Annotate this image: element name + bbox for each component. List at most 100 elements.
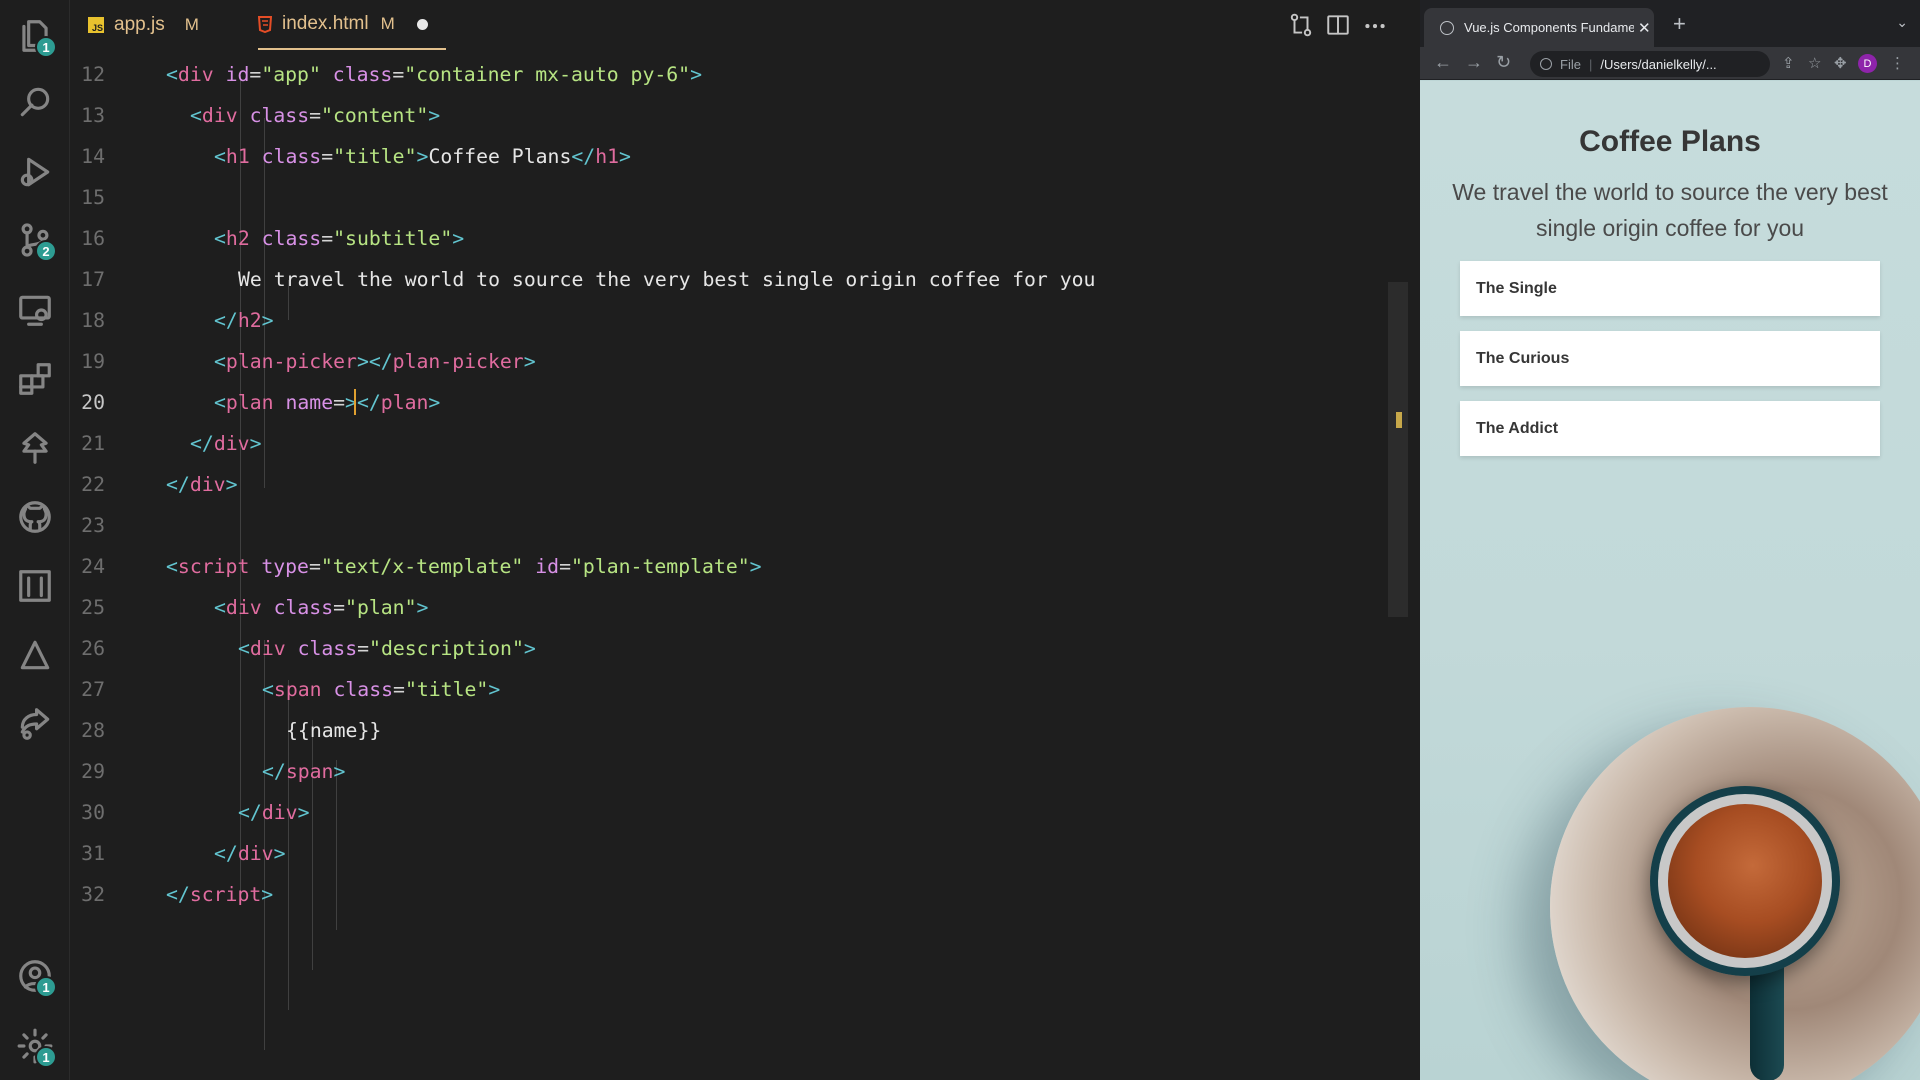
explorer-badge: 1 [35, 36, 57, 58]
extensions-icon[interactable] [13, 357, 57, 401]
tab-app-js[interactable]: JS app.js M [88, 0, 199, 50]
code-line: 19 <plan-picker></plan-picker> [70, 341, 1390, 382]
code-line: 21 </div> [70, 423, 1390, 464]
unsaved-dot-icon[interactable] [416, 18, 428, 30]
line-number: 29 [81, 760, 105, 783]
code-line: 22 </div> [70, 464, 1390, 505]
code-line: 16 <h2 class="subtitle"> [70, 218, 1390, 259]
code-text: <div class="content"> [190, 104, 441, 127]
line-number: 27 [81, 678, 105, 701]
line-number: 31 [81, 842, 105, 865]
browser-tab[interactable]: Vue.js Components Fundamentals ✕ [1424, 8, 1654, 47]
live-share-icon[interactable] [13, 702, 57, 746]
close-tab-icon[interactable]: ✕ [1638, 19, 1651, 37]
line-number: 28 [81, 719, 105, 742]
web-page: Coffee Plans We travel the world to sour… [1420, 81, 1920, 1080]
settings-badge: 1 [35, 1046, 57, 1068]
notion-icon[interactable] [13, 564, 57, 608]
code-text: <div class="description"> [238, 637, 536, 660]
profile-avatar[interactable]: D [1858, 54, 1877, 73]
search-icon[interactable] [13, 80, 57, 124]
run-debug-icon[interactable] [13, 150, 57, 194]
plan-card[interactable]: The Curious [1460, 331, 1880, 386]
code-line: 27 <span class="title"> [70, 669, 1390, 710]
line-number: 20 [81, 391, 105, 414]
browser-tab-title: Vue.js Components Fundamentals [1464, 20, 1634, 35]
address-bar[interactable]: File | /Users/danielkelly/... [1530, 51, 1770, 77]
editor-tabs: JS app.js M index.html M [70, 0, 1408, 50]
code-text: </div> [238, 801, 310, 824]
code-text: </div> [166, 473, 238, 496]
page-title: Coffee Plans [1579, 125, 1761, 158]
page-subtitle: We travel the world to source the very b… [1452, 179, 1888, 241]
line-number: 32 [81, 883, 105, 906]
line-number: 21 [81, 432, 105, 455]
code-line: 24 <script type="text/x-template" id="pl… [70, 546, 1390, 587]
forward-arrow-icon[interactable]: → [1465, 52, 1483, 73]
code-line: 31 </div> [70, 833, 1390, 874]
line-number: 26 [81, 637, 105, 660]
accounts-icon[interactable]: 1 [13, 954, 57, 998]
plan-card[interactable]: The Addict [1460, 401, 1880, 456]
github-icon[interactable] [13, 495, 57, 539]
code-area[interactable]: 12 <div id="app" class="container mx-aut… [70, 50, 1408, 1080]
code-line: 14 <h1 class="title">Coffee Plans</h1> [70, 136, 1390, 177]
code-line: 29 </span> [70, 751, 1390, 792]
line-number: 23 [81, 514, 105, 537]
browser-menu-icon[interactable]: ⋮ [1890, 54, 1905, 72]
extensions-puzzle-icon[interactable]: ✥ [1834, 54, 1847, 72]
code-line-current: 20 <plan name=></plan> [70, 382, 1390, 423]
line-number: 14 [81, 145, 105, 168]
code-line: 28 {{name}} [70, 710, 1390, 751]
code-text: <plan name=></plan> [214, 391, 441, 414]
code-text: <div class="plan"> [214, 596, 429, 619]
source-control-icon[interactable]: 2 [13, 218, 57, 262]
code-text: </div> [214, 842, 286, 865]
code-text: <span class="title"> [262, 678, 501, 701]
code-text: We travel the world to source the very b… [238, 268, 1096, 291]
bookmark-star-icon[interactable]: ☆ [1808, 54, 1821, 72]
modified-flag: M [380, 14, 395, 33]
share-icon[interactable]: ⇪ [1782, 54, 1795, 72]
plan-card[interactable]: The Single [1460, 261, 1880, 316]
coffee-surface-image [1668, 804, 1822, 958]
accounts-badge: 1 [35, 976, 57, 998]
code-line: 17 We travel the world to source the ver… [70, 259, 1390, 300]
html5-file-icon [258, 15, 272, 33]
line-number: 18 [81, 309, 105, 332]
code-line: 25 <div class="plan"> [70, 587, 1390, 628]
line-number: 22 [81, 473, 105, 496]
tree-icon[interactable] [13, 426, 57, 470]
line-number: 30 [81, 801, 105, 824]
code-line: 12 <div id="app" class="container mx-aut… [70, 54, 1390, 95]
address-url: /Users/danielkelly/... [1600, 56, 1717, 72]
browser-tab-bar: Vue.js Components Fundamentals ✕ + ⌄ [1420, 0, 1920, 47]
tab-index-html[interactable]: index.html M [258, 0, 446, 50]
vertical-scrollbar[interactable] [1388, 282, 1408, 617]
source-control-badge: 2 [35, 240, 57, 262]
remote-explorer-icon[interactable] [13, 288, 57, 332]
scrollbar-change-marker [1396, 412, 1402, 428]
more-actions-icon[interactable] [1362, 12, 1388, 38]
explorer-icon[interactable]: 1 [13, 14, 57, 58]
text-cursor [354, 389, 356, 415]
line-number: 17 [81, 268, 105, 291]
reload-icon[interactable]: ↻ [1496, 52, 1511, 73]
tab-search-chevron-icon[interactable]: ⌄ [1896, 14, 1908, 31]
code-text: <div id="app" class="container mx-auto p… [166, 63, 703, 86]
code-line: 13 <div class="content"> [70, 95, 1390, 136]
compare-changes-icon[interactable] [1288, 12, 1314, 38]
line-number: 16 [81, 227, 105, 250]
new-tab-icon[interactable]: + [1673, 11, 1686, 37]
code-text: <h1 class="title">Coffee Plans</h1> [214, 145, 631, 168]
code-line: 30 </div> [70, 792, 1390, 833]
settings-gear-icon[interactable]: 1 [13, 1024, 57, 1068]
site-info-icon[interactable] [1540, 58, 1552, 70]
address-scheme: File [1560, 56, 1581, 72]
back-arrow-icon[interactable]: ← [1434, 52, 1452, 73]
split-editor-icon[interactable] [1325, 12, 1351, 38]
code-text: </div> [190, 432, 262, 455]
code-line: 32 </script> [70, 874, 1390, 915]
deploy-icon[interactable] [13, 633, 57, 677]
browser-window: Vue.js Components Fundamentals ✕ + ⌄ ← →… [1420, 0, 1920, 1080]
